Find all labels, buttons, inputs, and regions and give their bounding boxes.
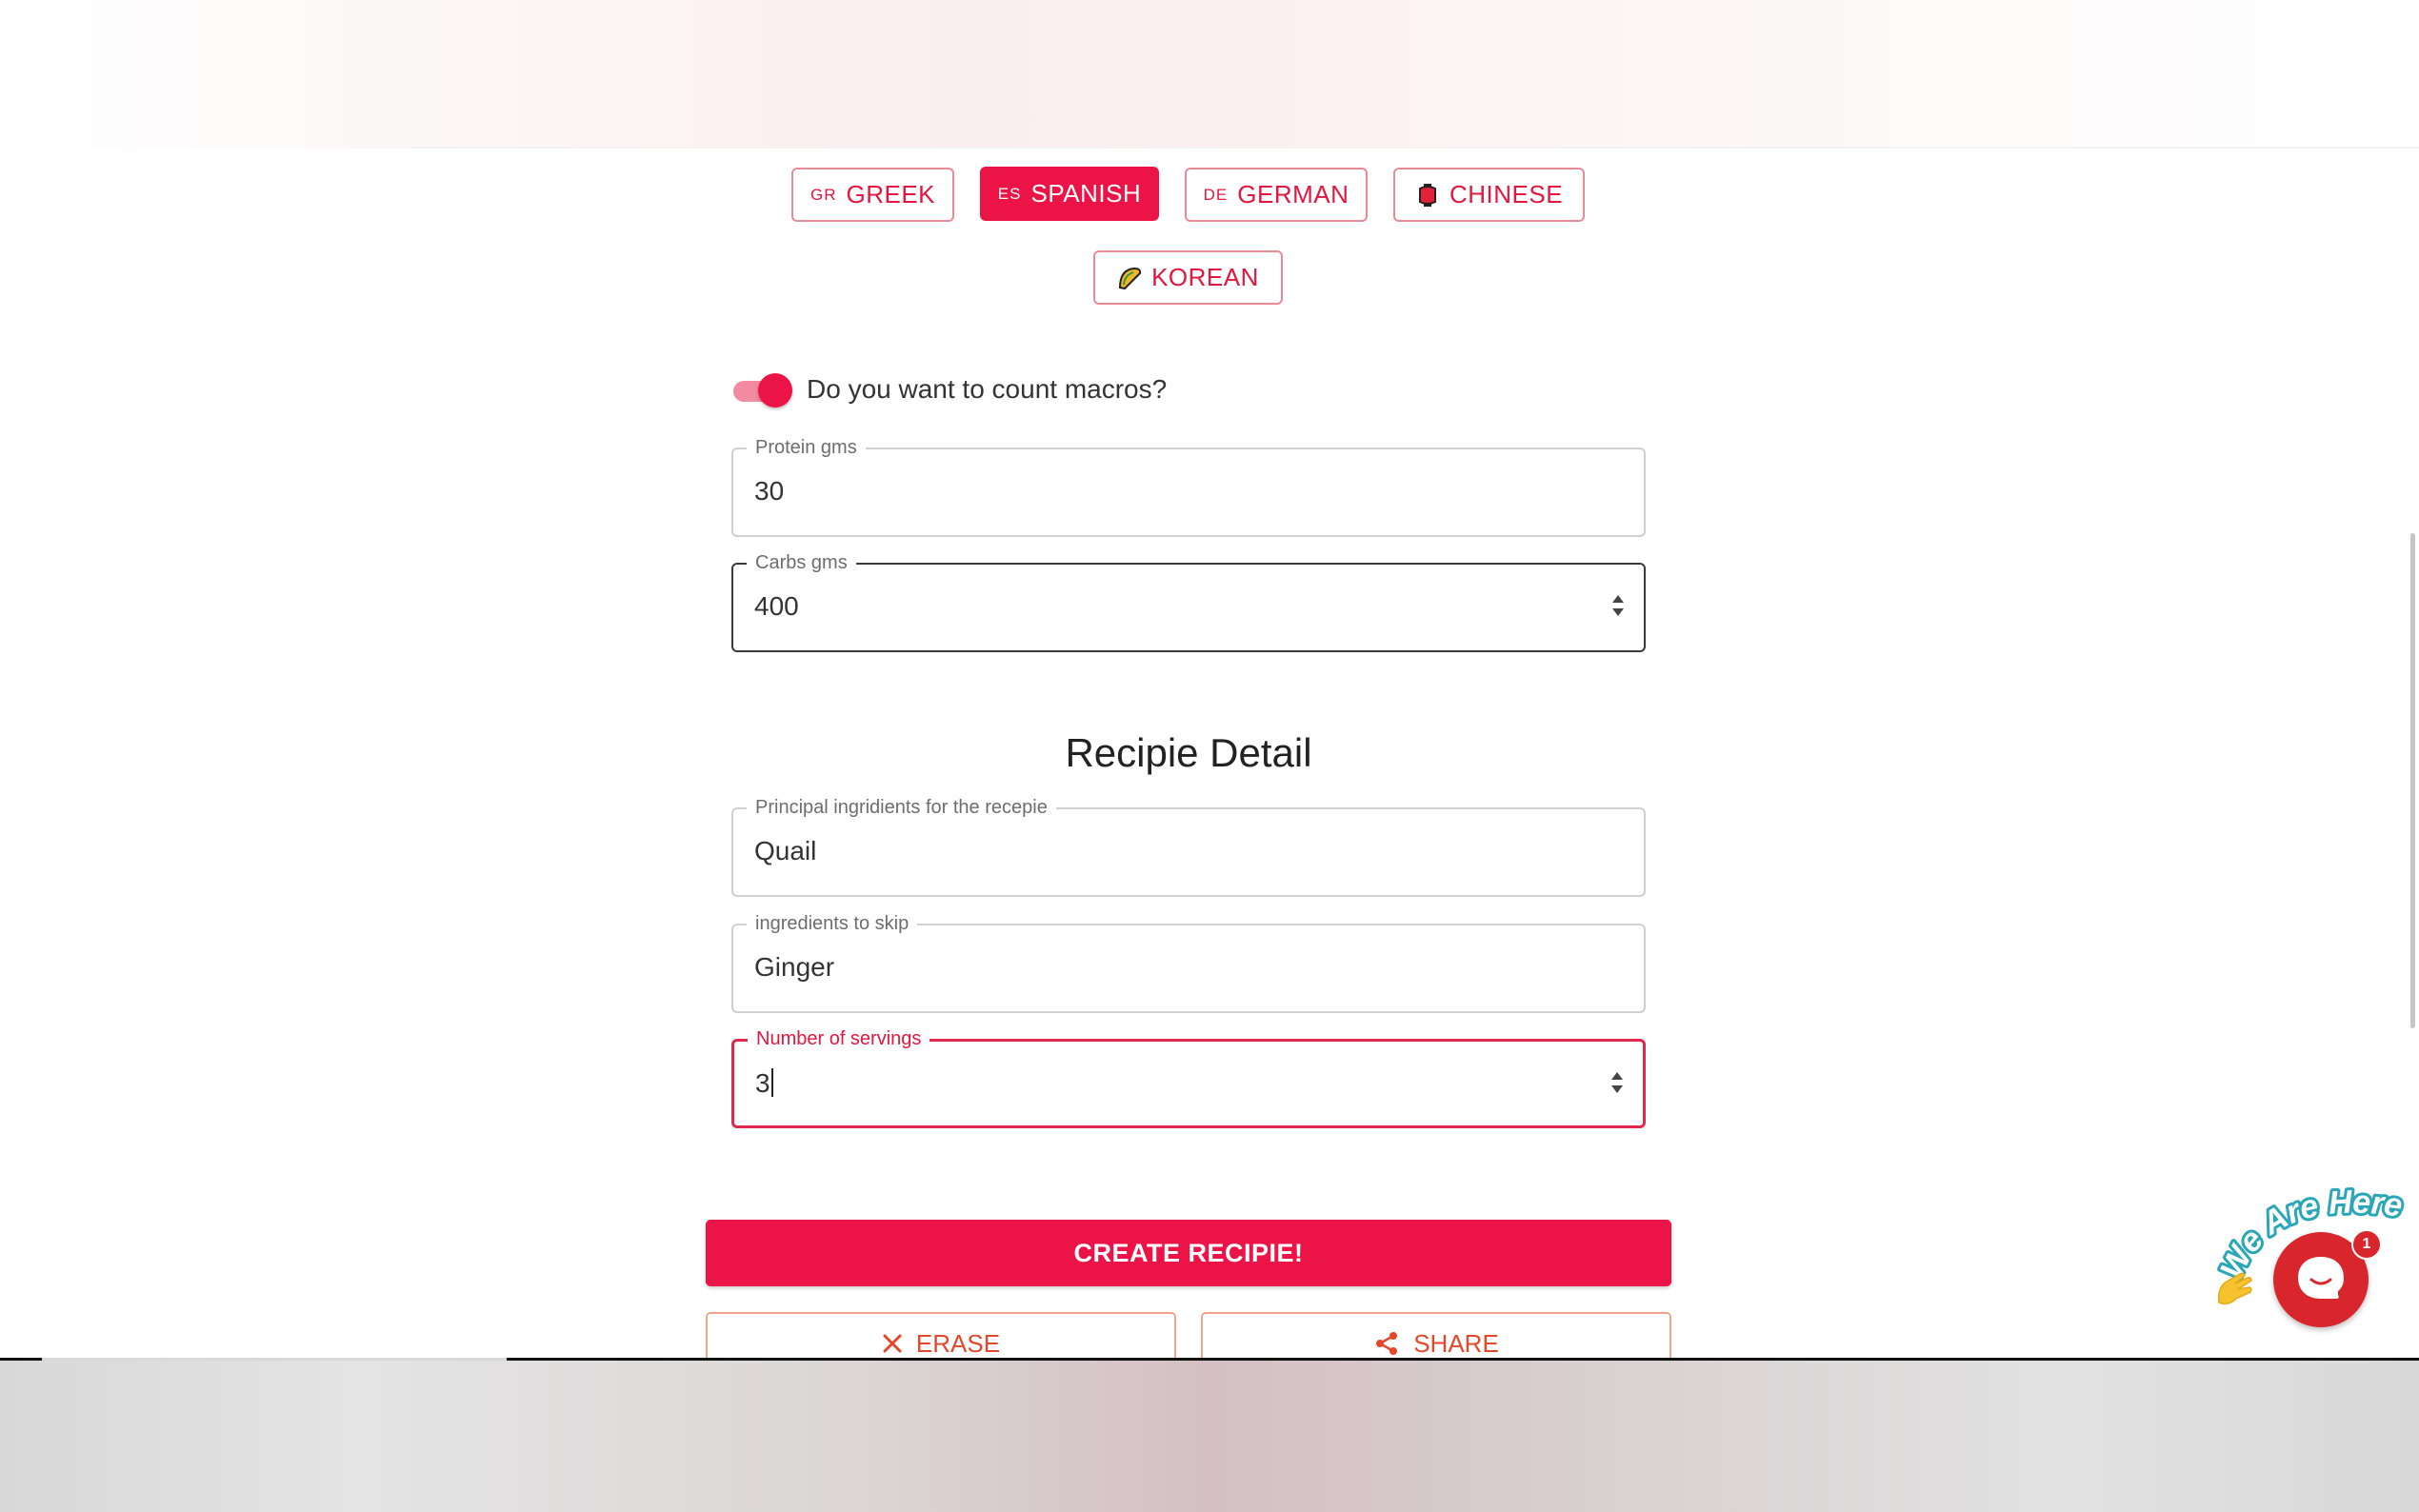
servings-value: 3 <box>755 1068 773 1099</box>
protein-label: Protein gms <box>747 436 866 459</box>
footer-backdrop <box>0 1361 2419 1512</box>
country-code: DE <box>1203 185 1229 204</box>
cuisine-chip-spanish[interactable]: ES SPANISH <box>980 167 1159 221</box>
count-macros-toggle[interactable] <box>731 373 792 408</box>
chat-bubble-icon <box>2298 1257 2344 1299</box>
principal-ingredients-value: Quail <box>754 836 817 865</box>
carbs-spinner[interactable] <box>1611 595 1625 620</box>
chip-label: CHINESE <box>1449 180 1564 209</box>
servings-spinner[interactable] <box>1610 1072 1624 1097</box>
country-code: ES <box>997 184 1022 203</box>
share-label: SHARE <box>1413 1328 1499 1358</box>
carbs-label: Carbs gms <box>747 551 856 574</box>
cuisine-chip-korean[interactable]: KOREAN <box>1093 250 1283 305</box>
header-backdrop <box>0 0 2419 149</box>
taco-icon <box>1119 267 1142 289</box>
chat-widget[interactable]: We Are Here! 1 <box>2203 1145 2419 1339</box>
text-caret <box>770 1068 773 1097</box>
principal-ingredients-field[interactable]: Principal ingridients for the recepie Qu… <box>731 796 1646 897</box>
carbs-field[interactable]: Carbs gms 400 <box>731 551 1646 652</box>
servings-field[interactable]: Number of servings 3 <box>731 1027 1646 1128</box>
lantern-icon <box>1418 183 1436 207</box>
country-code: GR <box>810 185 837 204</box>
chat-notification-badge: 1 <box>2351 1229 2382 1260</box>
section-title: Recipie Detail <box>1065 730 1312 775</box>
servings-label: Number of servings <box>748 1027 930 1050</box>
create-recipe-button[interactable]: CREATE RECIPIE! <box>706 1220 1671 1286</box>
cuisine-chip-chinese[interactable]: CHINESE <box>1393 168 1585 222</box>
skip-ingredients-label: ingredients to skip <box>747 912 918 935</box>
share-icon <box>1376 1332 1398 1355</box>
toggle-thumb <box>758 373 792 408</box>
protein-field[interactable]: Protein gms 30 <box>731 436 1646 537</box>
erase-label: ERASE <box>915 1328 1001 1358</box>
principal-ingredients-label: Principal ingridients for the recepie <box>747 796 1056 819</box>
skip-ingredients-value: Ginger <box>754 952 835 982</box>
cuisine-chip-german[interactable]: DE GERMAN <box>1185 168 1368 222</box>
count-macros-label: Do you want to count macros? <box>807 374 1168 404</box>
chat-badge-count: 1 <box>2362 1236 2371 1252</box>
skip-ingredients-field[interactable]: ingredients to skip Ginger <box>731 912 1646 1013</box>
erase-button[interactable]: ERASE <box>706 1312 1176 1360</box>
waving-hand-icon <box>2217 1272 2252 1305</box>
servings-text: 3 <box>755 1068 770 1098</box>
close-icon <box>883 1334 902 1353</box>
chip-label: GERMAN <box>1237 180 1349 209</box>
chip-label: KOREAN <box>1151 263 1259 291</box>
carbs-value: 400 <box>754 591 799 621</box>
header-divider <box>410 147 2419 149</box>
cuisine-chip-greek[interactable]: GR GREEK <box>791 168 954 222</box>
chip-label: GREEK <box>846 180 936 209</box>
protein-value: 30 <box>754 476 785 506</box>
chip-label: SPANISH <box>1030 179 1142 208</box>
share-button[interactable]: SHARE <box>1201 1312 1671 1360</box>
page-scrollbar[interactable] <box>2410 533 2415 1028</box>
